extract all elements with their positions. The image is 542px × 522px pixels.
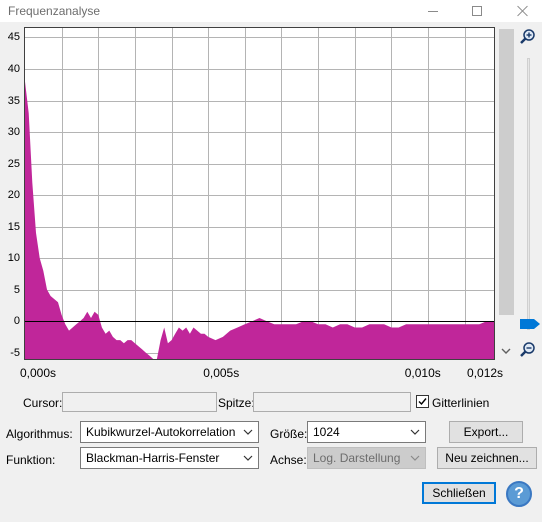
- algorithm-label: Algorithmus:: [6, 427, 73, 441]
- scrollbar-thumb[interactable]: [499, 29, 514, 315]
- chevron-down-icon: [501, 348, 511, 354]
- redraw-button[interactable]: Neu zeichnen...: [437, 447, 537, 469]
- y-axis: -5 0 5 10 15 20 25 30 35 40 45: [0, 28, 24, 360]
- axis-label: Achse:: [270, 453, 307, 467]
- window-title: Frequenzanalyse: [8, 4, 101, 18]
- y-tick-label: 30: [7, 126, 20, 139]
- y-tick-label: -5: [10, 346, 20, 359]
- cursor-label: Cursor:: [23, 396, 63, 410]
- minimize-button[interactable]: [418, 0, 448, 22]
- x-tick-label: 0,005s: [203, 366, 240, 380]
- algorithm-select[interactable]: Kubikwurzel-Autokorrelation: [80, 421, 259, 443]
- grid-label: Gitterlinien: [432, 396, 490, 410]
- y-tick-label: 35: [7, 94, 20, 107]
- export-button[interactable]: Export...: [449, 421, 523, 443]
- y-tick-label: 20: [7, 189, 20, 202]
- help-button[interactable]: ?: [506, 481, 532, 507]
- algorithm-value: Kubikwurzel-Autokorrelation: [86, 425, 236, 439]
- y-tick-label: 5: [13, 283, 20, 296]
- zoom-slider-track[interactable]: [527, 58, 530, 330]
- zoom-in-button[interactable]: [519, 28, 537, 46]
- y-tick-label: 15: [7, 220, 20, 233]
- close-window-button[interactable]: [508, 0, 538, 22]
- x-tick-label: 0,012s: [467, 366, 504, 380]
- scroll-down-arrow[interactable]: [498, 343, 514, 359]
- peak-readout: [253, 392, 411, 412]
- zoom-out-icon: [520, 342, 535, 357]
- chevron-down-icon: [410, 429, 420, 435]
- function-label: Funktion:: [6, 453, 56, 467]
- size-select[interactable]: 1024: [307, 421, 426, 443]
- y-tick-label: 45: [7, 31, 20, 44]
- slider-thumb-icon: [520, 319, 540, 329]
- axis-value: Log. Darstellung: [313, 451, 401, 465]
- chevron-down-icon: [243, 429, 253, 435]
- function-select[interactable]: Blackman-Harris-Fenster: [80, 447, 259, 469]
- cursor-readout: [62, 392, 217, 412]
- zoom-slider-thumb[interactable]: [519, 318, 541, 330]
- spectrum-chart: [25, 28, 494, 359]
- close-icon: [517, 5, 529, 17]
- y-tick-label: 10: [7, 252, 20, 265]
- spectrum-area: [25, 81, 494, 359]
- help-icon: ?: [514, 485, 524, 502]
- chevron-down-icon: [243, 455, 253, 461]
- spectrum-plot[interactable]: [24, 27, 495, 360]
- size-label: Größe:: [270, 427, 308, 441]
- minimize-icon: [428, 10, 438, 12]
- peak-label: Spitze:: [218, 396, 255, 410]
- x-axis: 0,000s 0,005s 0,010s 0,012s: [20, 360, 503, 382]
- y-tick-label: 25: [7, 157, 20, 170]
- checkmark-icon: [418, 398, 427, 406]
- grid-checkbox[interactable]: [416, 395, 429, 408]
- function-value: Blackman-Harris-Fenster: [86, 451, 220, 465]
- zoom-out-button[interactable]: [519, 341, 537, 359]
- chevron-down-icon: [410, 455, 420, 461]
- y-tick-label: 0: [13, 315, 20, 328]
- maximize-button[interactable]: [462, 0, 492, 22]
- close-button[interactable]: Schließen: [422, 482, 496, 504]
- x-tick-label: 0,000s: [20, 366, 57, 380]
- size-value: 1024: [313, 425, 340, 439]
- x-tick-label: 0,010s: [404, 366, 441, 380]
- zoom-in-icon: [520, 29, 535, 44]
- title-bar: Frequenzanalyse: [0, 0, 542, 22]
- maximize-icon: [472, 6, 482, 16]
- axis-select[interactable]: Log. Darstellung: [307, 447, 426, 469]
- y-tick-label: 40: [7, 62, 20, 75]
